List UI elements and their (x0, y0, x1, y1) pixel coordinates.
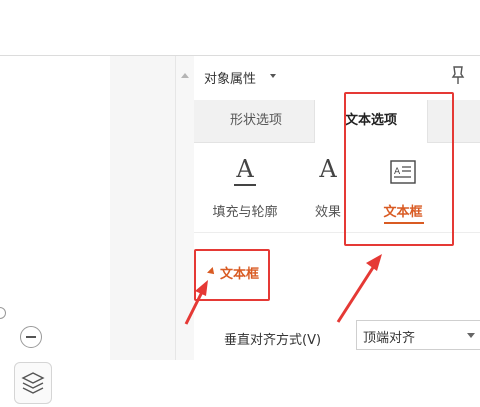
annotation-arrows (184, 254, 382, 325)
arrow-to-section (184, 280, 208, 325)
layers-icon (21, 372, 45, 394)
arrow-to-tab (336, 254, 382, 323)
layers-button[interactable] (14, 362, 52, 404)
